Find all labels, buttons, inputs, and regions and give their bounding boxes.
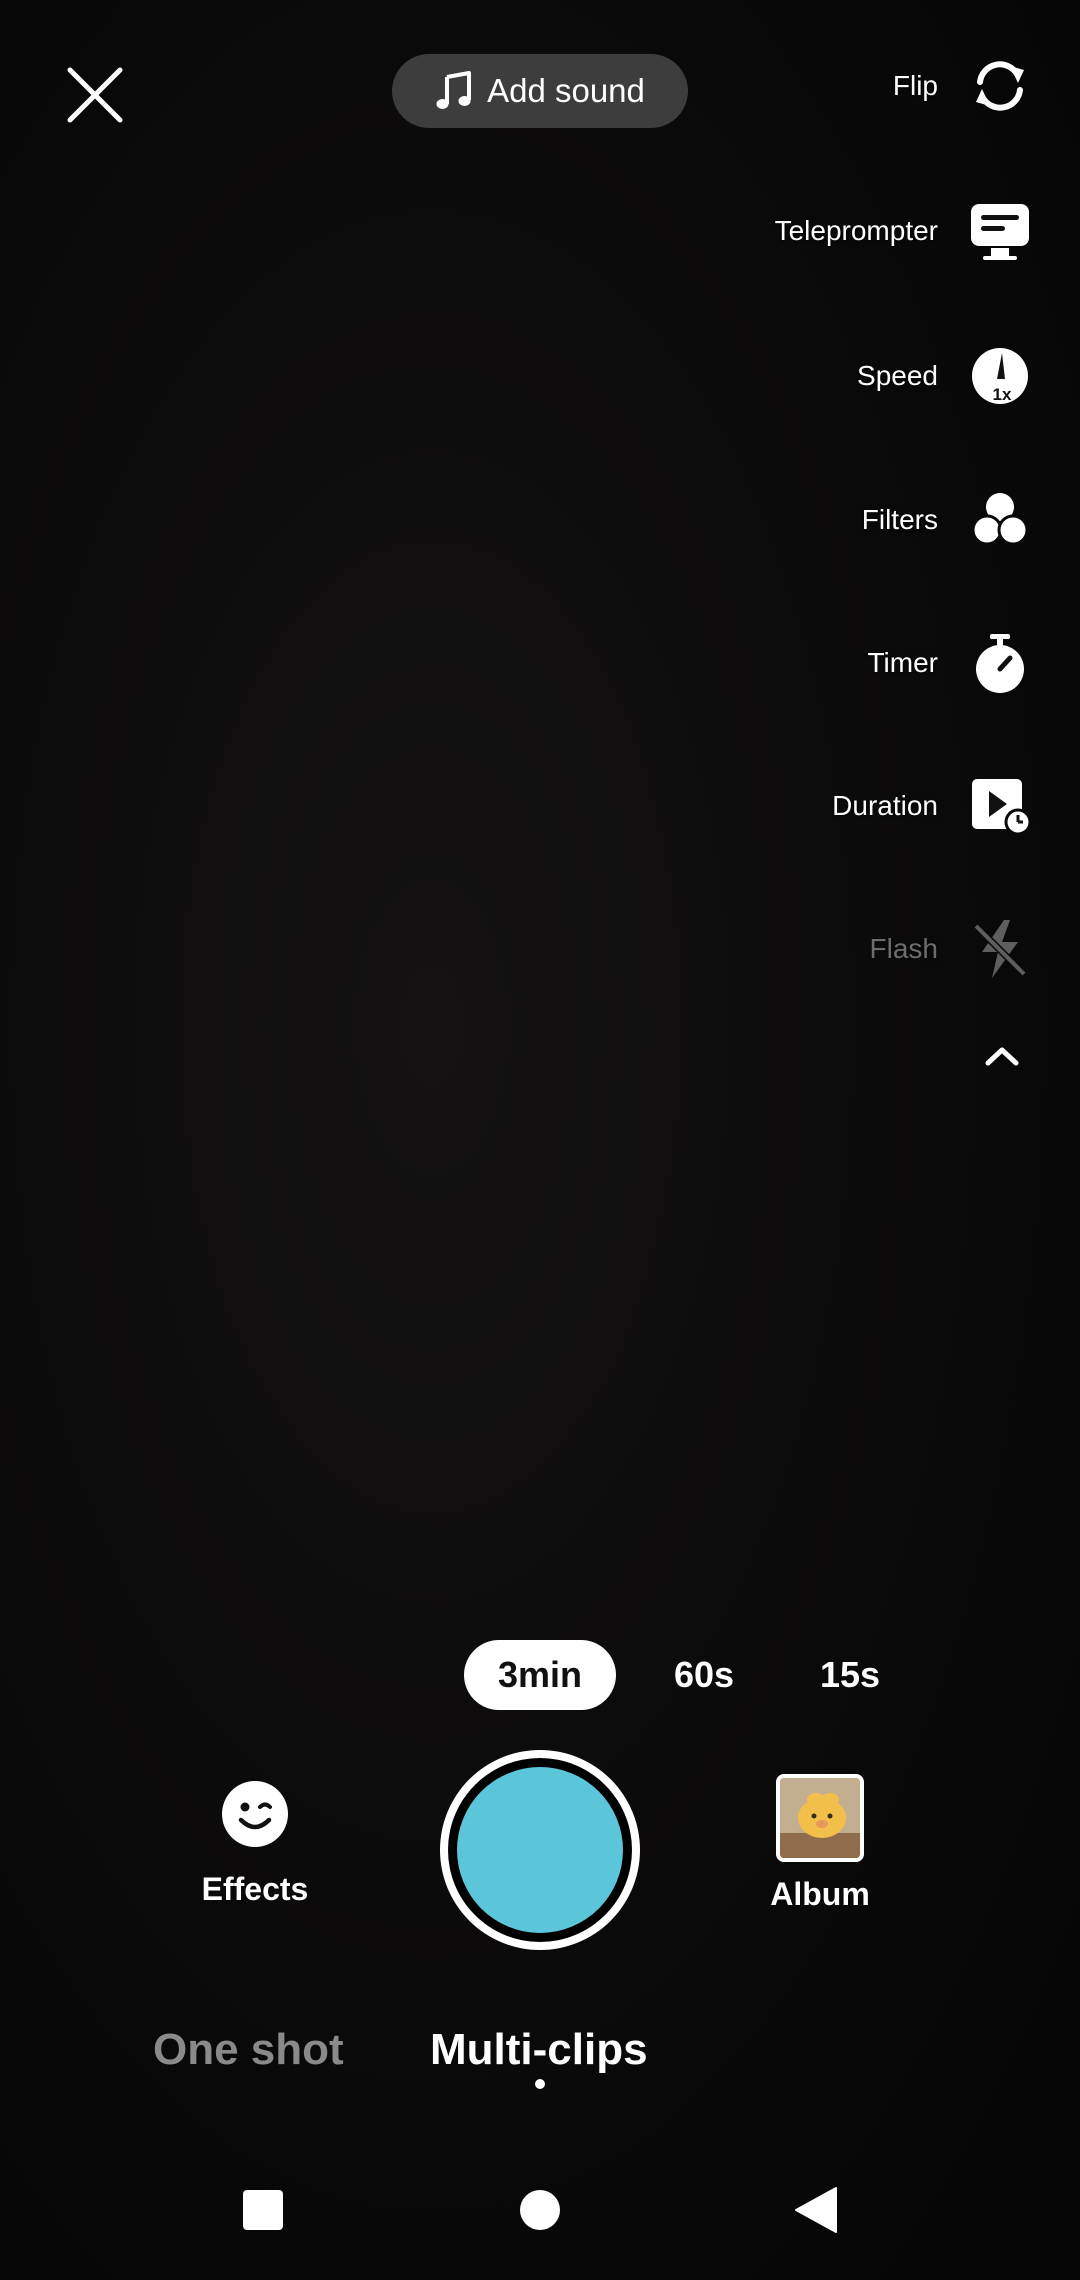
chevron-up-icon	[985, 1047, 1019, 1066]
album-thumbnail	[776, 1774, 864, 1862]
back-button[interactable]	[786, 2180, 846, 2240]
tool-duration[interactable]: Duration	[0, 766, 1080, 846]
record-button-ring	[448, 1758, 632, 1942]
close-button[interactable]	[62, 62, 128, 128]
tool-duration-label: Duration	[832, 790, 938, 821]
camera-viewfinder[interactable]: Add sound Flip Teleprompter Speed 1x Fil…	[0, 0, 1080, 2280]
flash-off-icon[interactable]	[968, 917, 1032, 981]
mode-selected-indicator	[535, 2079, 545, 2089]
recents-square-icon	[243, 2190, 283, 2230]
music-note-icon	[436, 71, 472, 109]
mode-tab-multi-clips[interactable]: Multi-clips	[430, 2025, 648, 2075]
recents-button[interactable]	[233, 2180, 293, 2240]
back-triangle-icon	[795, 2187, 837, 2233]
record-button[interactable]	[440, 1750, 640, 1950]
mode-tab-one-shot[interactable]: One shot	[153, 2025, 344, 2075]
flip-camera-icon[interactable]	[968, 54, 1032, 118]
album-thumbnail-image	[780, 1778, 860, 1858]
effects-button[interactable]: Effects	[190, 1780, 320, 1908]
tool-speed-label: Speed	[857, 360, 938, 391]
effects-label: Effects	[201, 1871, 309, 1907]
effects-face-icon	[222, 1781, 288, 1847]
filters-icon[interactable]	[968, 488, 1032, 552]
tool-timer-label: Timer	[867, 647, 938, 678]
tool-filters-label: Filters	[861, 504, 938, 535]
close-icon	[67, 67, 123, 123]
tool-flash-label: Flash	[869, 933, 938, 964]
tool-filters[interactable]: Filters	[0, 480, 1080, 560]
system-navigation-bar	[0, 2140, 1080, 2280]
tool-flip-label: Flip	[892, 70, 938, 101]
tool-teleprompter-label: Teleprompter	[774, 215, 938, 246]
duration-option-60s[interactable]: 60s	[650, 1640, 758, 1710]
tool-teleprompter[interactable]: Teleprompter	[0, 191, 1080, 271]
timer-icon[interactable]	[968, 631, 1032, 695]
duration-icon[interactable]	[968, 774, 1032, 838]
record-button-core	[457, 1767, 623, 1933]
speed-badge: 1x	[993, 385, 1012, 404]
home-circle-icon	[520, 2190, 560, 2230]
album-label: Album	[770, 1876, 870, 1912]
teleprompter-icon[interactable]	[968, 199, 1032, 263]
tool-timer[interactable]: Timer	[0, 623, 1080, 703]
tool-flash[interactable]: Flash	[0, 909, 1080, 989]
album-button[interactable]: Album	[760, 1774, 880, 1913]
duration-option-3min[interactable]: 3min	[464, 1640, 616, 1710]
duration-option-15s[interactable]: 15s	[800, 1640, 900, 1710]
duration-selector: 3min 60s 15s	[0, 1640, 1080, 1710]
collapse-toolbar-button[interactable]	[980, 1034, 1024, 1078]
tool-speed[interactable]: Speed 1x	[0, 336, 1080, 416]
add-sound-label: Add sound	[487, 72, 645, 109]
add-sound-button[interactable]: Add sound	[392, 54, 688, 128]
home-button[interactable]	[510, 2180, 570, 2240]
speed-icon[interactable]: 1x	[968, 344, 1032, 408]
